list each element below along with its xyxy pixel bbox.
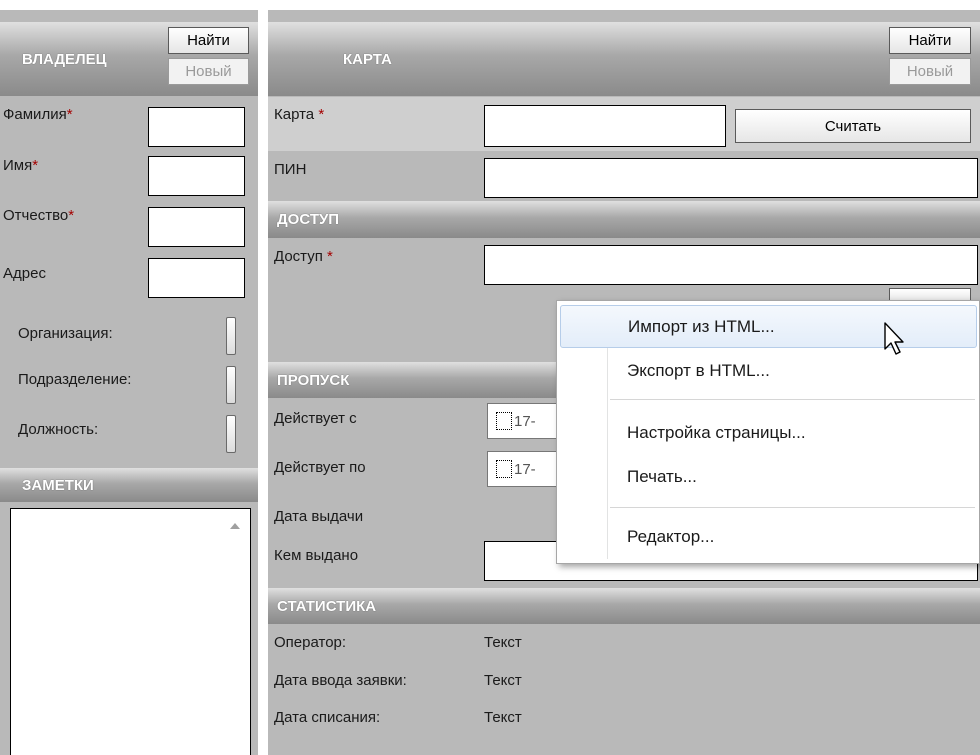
menu-item-page-setup-label: Настройка страницы... xyxy=(627,422,806,442)
notes-textarea[interactable] xyxy=(10,508,251,755)
department-select-button[interactable] xyxy=(226,366,236,404)
card-header-title: КАРТА xyxy=(343,50,392,68)
owner-find-button[interactable]: Найти xyxy=(168,27,249,54)
request-date-label: Дата ввода заявки: xyxy=(274,672,407,689)
writeoff-date-value: Текст xyxy=(484,709,522,726)
menu-item-editor[interactable]: Редактор... xyxy=(560,515,977,558)
panel-divider xyxy=(258,10,268,755)
position-label: Должность: xyxy=(18,421,99,438)
patronymic-label: Отчество* xyxy=(3,207,75,224)
valid-from-value: 17- xyxy=(514,412,536,430)
card-header: КАРТА xyxy=(268,22,980,96)
valid-to-label: Действует по xyxy=(274,459,366,476)
pass-header-title: ПРОПУСК xyxy=(277,371,350,389)
read-card-button[interactable]: Считать xyxy=(735,109,971,143)
access-label: Доступ * xyxy=(274,248,333,265)
writeoff-date-label: Дата списания: xyxy=(274,709,381,726)
notes-header: ЗАМЕТКИ xyxy=(0,468,258,502)
menu-item-print[interactable]: Печать... xyxy=(560,455,977,498)
card-label: Карта * xyxy=(274,106,325,123)
issue-date-label: Дата выдачи xyxy=(274,508,364,525)
owner-new-button[interactable]: Новый xyxy=(168,58,249,85)
valid-from-label: Действует с xyxy=(274,410,357,427)
operator-label: Оператор: xyxy=(274,634,347,651)
request-date-value: Текст xyxy=(484,672,522,689)
department-label: Подразделение: xyxy=(18,371,132,388)
scroll-up-arrow-icon[interactable] xyxy=(230,523,240,529)
owner-header-title: ВЛАДЕЛЕЦ xyxy=(22,50,107,68)
card-number-input[interactable] xyxy=(484,105,726,147)
name-label: Имя* xyxy=(3,157,39,174)
menu-item-editor-label: Редактор... xyxy=(627,526,715,546)
name-input[interactable] xyxy=(148,156,245,196)
stats-header-title: СТАТИСТИКА xyxy=(277,597,377,615)
surname-label: Фамилия* xyxy=(3,106,73,123)
issued-by-label: Кем выдано xyxy=(274,547,359,564)
operator-value: Текст xyxy=(484,634,522,651)
context-menu: Импорт из HTML... Экспорт в HTML... Наст… xyxy=(556,300,980,564)
valid-to-checkbox[interactable] xyxy=(496,460,512,478)
mouse-cursor-icon xyxy=(884,322,904,355)
position-select-button[interactable] xyxy=(226,415,236,453)
pin-input[interactable] xyxy=(484,158,978,198)
menu-item-page-setup[interactable]: Настройка страницы... xyxy=(560,411,977,454)
menu-separator xyxy=(610,399,975,400)
valid-to-value: 17- xyxy=(514,460,536,478)
surname-input[interactable] xyxy=(148,107,245,147)
card-find-button[interactable]: Найти xyxy=(889,27,971,54)
menu-item-import-html[interactable]: Импорт из HTML... xyxy=(560,305,977,348)
valid-from-checkbox[interactable] xyxy=(496,412,512,430)
pin-label: ПИН xyxy=(274,161,307,178)
access-header: ДОСТУП xyxy=(268,201,980,238)
menu-item-import-html-label: Импорт из HTML... xyxy=(628,316,775,336)
access-header-title: ДОСТУП xyxy=(277,211,340,228)
menu-separator xyxy=(610,507,975,508)
menu-item-export-html-label: Экспорт в HTML... xyxy=(627,360,770,380)
menu-item-print-label: Печать... xyxy=(627,466,697,486)
address-label: Адрес xyxy=(3,265,46,282)
menu-item-export-html[interactable]: Экспорт в HTML... xyxy=(560,349,977,392)
notes-header-title: ЗАМЕТКИ xyxy=(22,476,94,494)
access-input[interactable] xyxy=(484,245,978,285)
card-new-button[interactable]: Новый xyxy=(889,58,971,85)
organization-select-button[interactable] xyxy=(226,317,236,355)
address-input[interactable] xyxy=(148,258,245,298)
patronymic-input[interactable] xyxy=(148,207,245,247)
stats-header: СТАТИСТИКА xyxy=(268,588,980,624)
organization-label: Организация: xyxy=(18,325,113,342)
